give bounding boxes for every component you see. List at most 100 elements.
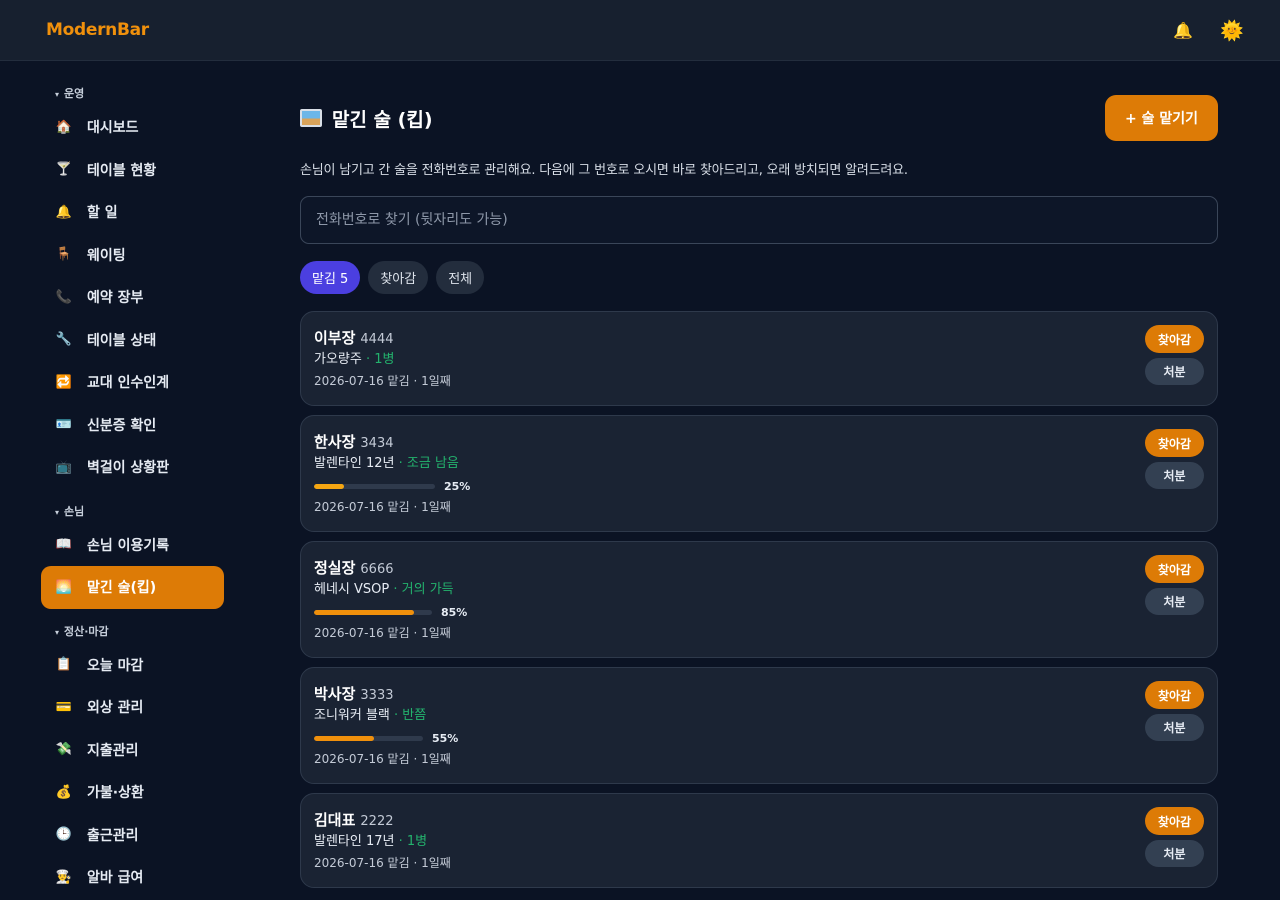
add-keep-button[interactable]: + 술 맡기기 <box>1105 95 1218 141</box>
bottle-name: 가오량주 <box>314 352 362 367</box>
keep-card: 김대표 2222 발렌타인 17년 · 1병 2026-07-16 맡김 · 1일째 찾… <box>300 793 1218 888</box>
bell-icon: 🔔 <box>55 204 73 220</box>
clock-icon: 🕒 <box>55 827 73 843</box>
sidebar-item[interactable]: 💰 가불·상환 <box>41 771 224 814</box>
page-title: 맡긴 술 (킵) <box>300 105 433 132</box>
sidebar-item[interactable]: 🔁 교대 인수인계 <box>41 361 224 404</box>
sidebar: ▾ 운영 🏠 대시보드 🍸 테이블 현황 🔔 할 일 🪑 웨이팅 📞 예약 장부 🔧 테이블 상태 🔁 교대 … <box>0 61 240 900</box>
progress-fill <box>314 609 415 615</box>
repeat-icon: 🔁 <box>55 374 73 390</box>
chair-icon: 🪑 <box>55 247 73 263</box>
customer-name: 한사장 <box>314 433 356 451</box>
dispose-button[interactable]: 처분 <box>1145 840 1204 867</box>
dispose-button[interactable]: 처분 <box>1145 462 1204 489</box>
sidebar-item-label: 테이블 상태 <box>87 332 157 349</box>
page-header: 맡긴 술 (킵) + 술 맡기기 <box>300 95 1218 141</box>
keep-date: 2026-07-16 맡김 · 1일째 <box>314 374 451 388</box>
sidebar-item-label: 벽걸이 상황판 <box>87 460 170 477</box>
picture-icon: 🌅 <box>55 579 73 595</box>
card-actions: 찾아감처분 <box>1145 325 1204 385</box>
sidebar-section-title: ▾ 운영 <box>0 85 240 103</box>
card-actions: 찾아감처분 <box>1145 807 1204 867</box>
card-name-line: 박사장 3333 <box>314 683 1204 705</box>
bottle-status: · 1병 <box>398 834 428 849</box>
sidebar-item-label: 알바 급여 <box>87 870 144 887</box>
bottle-status: · 거의 가득 <box>393 582 454 597</box>
sidebar-item-label: 출근관리 <box>87 827 139 844</box>
customer-name: 이부장 <box>314 329 356 347</box>
card-name-line: 정실장 6666 <box>314 557 1204 579</box>
keep-date: 2026-07-16 맡김 · 1일째 <box>314 856 451 870</box>
customer-phone: 6666 <box>360 562 394 577</box>
sidebar-section-label: 손님 <box>64 504 85 518</box>
sidebar-item[interactable]: 💸 지출관리 <box>41 729 224 772</box>
customer-phone: 4444 <box>360 332 394 347</box>
dispose-button[interactable]: 처분 <box>1145 358 1204 385</box>
sidebar-item-label: 웨이팅 <box>87 247 126 264</box>
sidebar-item[interactable]: 🌅 맡긴 술(킵) <box>41 566 224 609</box>
sidebar-item[interactable]: 📞 예약 장부 <box>41 276 224 319</box>
filter-chip[interactable]: 맡김 5 <box>300 261 361 294</box>
progress-percent: 55% <box>432 731 459 745</box>
keep-list: 이부장 4444 가오량주 · 1병 2026-07-16 맡김 · 1일째 찾아감 처분… <box>300 311 1218 888</box>
sidebar-item[interactable]: 📖 손님 이용기록 <box>41 524 224 567</box>
claimed-button[interactable]: 찾아감 <box>1145 429 1204 457</box>
sidebar-item[interactable]: 🔧 테이블 상태 <box>41 319 224 362</box>
sidebar-item[interactable]: 🪑 웨이팅 <box>41 234 224 277</box>
keep-date: 2026-07-16 맡김 · 1일째 <box>314 752 451 766</box>
claimed-button[interactable]: 찾아감 <box>1145 325 1204 353</box>
sidebar-item-label: 대시보드 <box>87 120 139 137</box>
customer-phone: 2222 <box>360 814 394 829</box>
brand-logo[interactable]: ModernBar <box>46 20 149 40</box>
sidebar-item[interactable]: 👨‍🍳 알바 급여 <box>41 856 224 899</box>
progress-fill <box>314 735 374 741</box>
filter-chip[interactable]: 찾아감 <box>368 261 429 294</box>
remaining-progress: 25% <box>314 475 1204 497</box>
bottle-name: 조니워커 블랙 <box>314 708 390 723</box>
customer-name: 정실장 <box>314 559 356 577</box>
sidebar-item[interactable]: 🪪 신분증 확인 <box>41 404 224 447</box>
sidebar-item-label: 신분증 확인 <box>87 417 157 434</box>
sidebar-item[interactable]: 📺 벽걸이 상황판 <box>41 446 224 489</box>
sidebar-item[interactable]: 🍸 테이블 현황 <box>41 149 224 192</box>
card-name-line: 김대표 2222 <box>314 809 1204 831</box>
keep-date: 2026-07-16 맡김 · 1일째 <box>314 626 451 640</box>
claimed-button[interactable]: 찾아감 <box>1145 807 1204 835</box>
filter-chips: 맡김 5 찾아감 전체 <box>300 261 1218 294</box>
caret-down-icon: ▾ <box>55 90 60 99</box>
sidebar-item-label: 가불·상환 <box>87 785 144 802</box>
customer-name: 김대표 <box>314 811 356 829</box>
theme-toggle-icon[interactable]: 🌞 <box>1220 19 1244 42</box>
progress-percent: 85% <box>441 605 468 619</box>
progress-track <box>314 735 423 741</box>
sidebar-item[interactable]: 🕒 출근관리 <box>41 814 224 857</box>
keep-date: 2026-07-16 맡김 · 1일째 <box>314 500 451 514</box>
sidebar-item[interactable]: 📋 오늘 마감 <box>41 644 224 687</box>
sidebar-item-label: 할 일 <box>87 205 118 222</box>
claimed-button[interactable]: 찾아감 <box>1145 681 1204 709</box>
cocktail-icon: 🍸 <box>55 162 73 178</box>
page-description: 손님이 남기고 간 술을 전화번호로 관리해요. 다음에 그 번호로 오시면 바… <box>300 163 908 178</box>
home-icon: 🏠 <box>55 119 73 135</box>
dispose-button[interactable]: 처분 <box>1145 714 1204 741</box>
sidebar-item-label: 오늘 마감 <box>87 657 144 674</box>
dispose-button[interactable]: 처분 <box>1145 588 1204 615</box>
phone-icon: 📞 <box>55 289 73 305</box>
sidebar-item[interactable]: 🏠 대시보드 <box>41 106 224 149</box>
card-actions: 찾아감처분 <box>1145 429 1204 489</box>
sidebar-item[interactable]: 💳 외상 관리 <box>41 686 224 729</box>
filter-chip[interactable]: 전체 <box>436 261 485 294</box>
wrench-icon: 🔧 <box>55 332 73 348</box>
bottle-line: 발렌타인 12년 · 조금 남음 <box>314 453 1204 475</box>
sidebar-section-title: ▾ 손님 <box>0 503 240 521</box>
bottle-status: · 조금 남음 <box>398 456 459 471</box>
sidebar-item[interactable]: 🔔 할 일 <box>41 191 224 234</box>
progress-track <box>314 609 432 615</box>
keep-card: 이부장 4444 가오량주 · 1병 2026-07-16 맡김 · 1일째 찾아감 처분 <box>300 311 1218 406</box>
phone-search-input[interactable] <box>316 212 1217 228</box>
bell-icon[interactable]: 🔔 <box>1173 21 1193 40</box>
sidebar-item-label: 외상 관리 <box>87 700 144 717</box>
claimed-button[interactable]: 찾아감 <box>1145 555 1204 583</box>
